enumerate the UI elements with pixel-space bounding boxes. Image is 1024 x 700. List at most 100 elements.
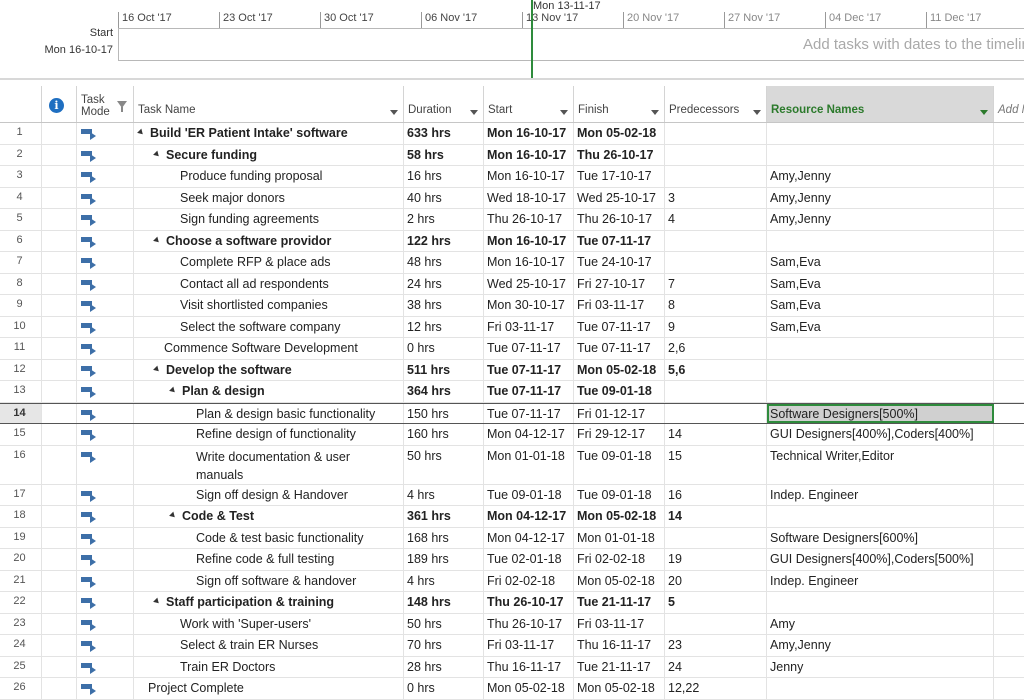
row-id[interactable]: 21: [0, 570, 42, 591]
resource-names-cell[interactable]: Software Designers[600%]: [767, 527, 994, 548]
start-column-header[interactable]: Start: [484, 86, 574, 122]
start-cell[interactable]: Mon 16-10-17: [484, 144, 574, 165]
task-name-cell[interactable]: Code & Test: [134, 506, 404, 527]
add-column-cell[interactable]: [994, 424, 1024, 445]
task-name-cell[interactable]: Sign off design & Handover: [134, 484, 404, 505]
task-mode-cell[interactable]: [77, 549, 134, 570]
predecessors-cell[interactable]: 16: [665, 484, 767, 505]
start-cell[interactable]: Thu 26-10-17: [484, 592, 574, 613]
add-column-cell[interactable]: [994, 231, 1024, 252]
row-id[interactable]: 14: [0, 403, 42, 423]
task-mode-column-header[interactable]: Task Mode: [77, 86, 134, 122]
duration-cell[interactable]: 361 hrs: [404, 506, 484, 527]
add-column-cell[interactable]: [994, 360, 1024, 381]
finish-cell[interactable]: Mon 05-02-18: [574, 123, 665, 144]
row-id[interactable]: 20: [0, 549, 42, 570]
finish-cell[interactable]: Fri 03-11-17: [574, 295, 665, 316]
predecessors-cell[interactable]: 4: [665, 209, 767, 230]
start-cell[interactable]: Mon 05-02-18: [484, 678, 574, 699]
task-name-cell[interactable]: Seek major donors: [134, 187, 404, 208]
resource-names-cell[interactable]: [767, 381, 994, 402]
table-row[interactable]: 6 Choose a software providor 122 hrs Mon 16…: [0, 230, 1024, 252]
add-column-cell[interactable]: [994, 338, 1024, 359]
finish-cell[interactable]: Tue 07-11-17: [574, 338, 665, 359]
add-column-cell[interactable]: [994, 549, 1024, 570]
row-id[interactable]: 5: [0, 209, 42, 230]
start-cell[interactable]: Tue 07-11-17: [484, 338, 574, 359]
start-cell[interactable]: Tue 09-01-18: [484, 484, 574, 505]
start-cell[interactable]: Mon 16-10-17: [484, 252, 574, 273]
row-id[interactable]: 7: [0, 252, 42, 273]
duration-cell[interactable]: 40 hrs: [404, 187, 484, 208]
add-column-cell[interactable]: [994, 678, 1024, 699]
table-row[interactable]: 13 Plan & design 364 hrs Tue 07-11-17 Tue 09…: [0, 381, 1024, 403]
start-cell[interactable]: Mon 04-12-17: [484, 527, 574, 548]
predecessors-cell[interactable]: [665, 527, 767, 548]
resource-names-cell[interactable]: GUI Designers[400%],Coders[500%]: [767, 549, 994, 570]
table-row[interactable]: 20 Refine code & full testing 189 hrs Tue 0…: [0, 549, 1024, 571]
add-column-cell[interactable]: [994, 635, 1024, 656]
task-mode-cell[interactable]: [77, 166, 134, 187]
predecessors-cell[interactable]: [665, 252, 767, 273]
task-mode-cell[interactable]: [77, 144, 134, 165]
add-column-cell[interactable]: [994, 209, 1024, 230]
finish-cell[interactable]: Fri 02-02-18: [574, 549, 665, 570]
collapse-icon[interactable]: [153, 597, 161, 606]
predecessors-cell[interactable]: 19: [665, 549, 767, 570]
select-all-corner[interactable]: [0, 86, 42, 122]
duration-cell[interactable]: 168 hrs: [404, 527, 484, 548]
add-column-cell[interactable]: [994, 592, 1024, 613]
duration-cell[interactable]: 511 hrs: [404, 359, 484, 380]
row-id[interactable]: 22: [0, 592, 42, 613]
table-row[interactable]: 3 Produce funding proposal 16 hrs Mon 16-10…: [0, 166, 1024, 188]
task-mode-cell[interactable]: [77, 484, 134, 505]
add-column-cell[interactable]: [994, 506, 1024, 527]
add-column-cell[interactable]: [994, 657, 1024, 678]
predecessors-cell[interactable]: 23: [665, 635, 767, 656]
duration-cell[interactable]: 50 hrs: [404, 613, 484, 634]
predecessors-column-header[interactable]: Predecessors: [665, 86, 767, 122]
start-cell[interactable]: Mon 04-12-17: [484, 506, 574, 527]
task-name-cell[interactable]: Write documentation & user manuals: [134, 445, 404, 484]
finish-cell[interactable]: Thu 26-10-17: [574, 209, 665, 230]
resource-names-cell[interactable]: Indep. Engineer: [767, 484, 994, 505]
task-mode-cell[interactable]: [77, 678, 134, 699]
duration-cell[interactable]: 364 hrs: [404, 381, 484, 402]
table-row[interactable]: 8 Contact all ad respondents 24 hrs Wed 25-…: [0, 273, 1024, 295]
task-name-cell[interactable]: Build 'ER Patient Intake' software: [134, 123, 404, 144]
add-column-cell[interactable]: [994, 188, 1024, 209]
finish-cell[interactable]: Fri 29-12-17: [574, 424, 665, 445]
task-name-cell[interactable]: Refine code & full testing: [134, 549, 404, 570]
duration-cell[interactable]: 148 hrs: [404, 592, 484, 613]
predecessors-cell[interactable]: 15: [665, 445, 767, 484]
duration-cell[interactable]: 48 hrs: [404, 252, 484, 273]
add-column-cell[interactable]: [994, 295, 1024, 316]
task-mode-cell[interactable]: [77, 445, 134, 484]
add-column-cell[interactable]: [994, 528, 1024, 549]
task-name-cell[interactable]: Contact all ad respondents: [134, 273, 404, 294]
finish-cell[interactable]: Tue 17-10-17: [574, 166, 665, 187]
task-mode-cell[interactable]: [77, 527, 134, 548]
start-cell[interactable]: Mon 16-10-17: [484, 123, 574, 144]
start-cell[interactable]: Mon 30-10-17: [484, 295, 574, 316]
resource-names-cell[interactable]: Amy,Jenny: [767, 635, 994, 656]
collapse-icon[interactable]: [153, 236, 161, 245]
task-name-cell[interactable]: Plan & design: [134, 381, 404, 402]
indicators-column-header[interactable]: i: [42, 86, 77, 122]
duration-cell[interactable]: 4 hrs: [404, 570, 484, 591]
start-cell[interactable]: Tue 07-11-17: [484, 359, 574, 380]
row-id[interactable]: 2: [0, 144, 42, 165]
start-cell[interactable]: Mon 01-01-18: [484, 445, 574, 484]
task-mode-cell[interactable]: [77, 187, 134, 208]
task-mode-cell[interactable]: [77, 123, 134, 144]
table-row[interactable]: 18 Code & Test 361 hrs Mon 04-12-17 Mon 05-0…: [0, 506, 1024, 528]
duration-cell[interactable]: 58 hrs: [404, 144, 484, 165]
row-id[interactable]: 13: [0, 381, 42, 402]
duration-cell[interactable]: 189 hrs: [404, 549, 484, 570]
row-id[interactable]: 3: [0, 166, 42, 187]
table-row[interactable]: 16 Write documentation & user manuals 50 h…: [0, 445, 1024, 485]
task-mode-cell[interactable]: [77, 403, 134, 423]
task-name-cell[interactable]: Develop the software: [134, 359, 404, 380]
task-name-cell[interactable]: Secure funding: [134, 144, 404, 165]
predecessors-cell[interactable]: [665, 381, 767, 402]
